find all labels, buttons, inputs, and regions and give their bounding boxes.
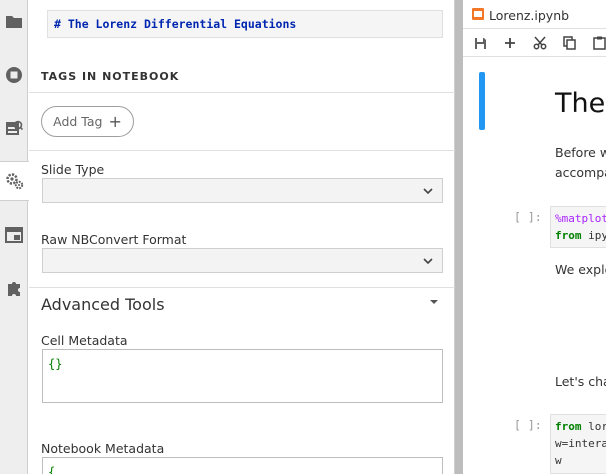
markdown-text: We explo [555,262,606,277]
raw-nbconvert-select[interactable] [42,248,443,273]
chevron-down-icon [423,258,433,265]
cut-icon[interactable] [532,35,548,51]
property-inspector-panel: # The Lorenz Differential Equations TAGS… [29,0,455,474]
divider [29,150,455,151]
markdown-text: accompa [555,165,606,180]
advanced-tools-title[interactable]: Advanced Tools [41,295,165,314]
add-cell-icon[interactable] [502,35,518,51]
notebook-icon [472,8,484,20]
running-icon[interactable] [0,55,28,95]
active-cell-indicator [479,72,485,130]
tags-section-title: TAGS IN NOTEBOOK [41,70,180,83]
jupyterlab-window: # The Lorenz Differential Equations TAGS… [0,0,606,474]
commands-icon[interactable] [0,108,28,148]
code-token: w=intera [555,437,606,450]
notebook-metadata-label: Notebook Metadata [41,441,165,456]
add-tag-label: Add Tag [53,114,103,129]
caret-down-icon[interactable] [430,300,438,304]
divider [29,92,455,93]
extensions-icon[interactable] [0,268,28,308]
raw-nbconvert-label: Raw NBConvert Format [41,232,187,247]
cell-prompt: [ ]: [514,210,542,224]
chevron-down-icon [423,188,433,195]
code-token: from [555,420,582,433]
code-token: ipy [581,229,606,242]
markdown-heading: The [555,88,606,119]
code-cell[interactable]: %matplot from ipy [550,206,606,248]
panel-splitter[interactable] [455,0,463,474]
slide-type-select[interactable] [42,178,443,203]
plus-icon: + [108,111,122,131]
code-cell[interactable]: from lor w=intera w [550,414,606,474]
paste-icon[interactable] [591,35,606,51]
save-icon[interactable] [472,35,488,51]
cell-metadata-value: {} [48,357,63,371]
property-inspector-icon[interactable] [0,161,29,201]
cell-metadata-editor[interactable]: {} [42,349,443,403]
folder-icon[interactable] [0,2,28,42]
cell-prompt: [ ]: [514,418,542,432]
copy-icon[interactable] [561,35,577,51]
left-sidebar [0,0,29,474]
markdown-text: Let's cha [555,374,606,389]
notebook-metadata-editor[interactable]: { [42,457,443,474]
active-cell-preview: # The Lorenz Differential Equations [47,10,443,38]
markdown-text: Before w [555,145,606,160]
divider [29,287,455,288]
document-tabbar: Lorenz.ipynb [463,0,606,29]
cell-metadata-label: Cell Metadata [41,333,128,348]
code-token: lor [581,420,606,433]
code-token: w [555,454,562,467]
tab-lorenz[interactable]: Lorenz.ipynb [489,8,569,23]
add-tag-button[interactable]: Add Tag + [41,106,134,137]
slide-type-label: Slide Type [41,162,105,177]
code-token: from [555,229,582,242]
notebook-area: Lorenz.ipynb The Before w accompa [ ]: [463,0,606,474]
notebook-metadata-value: { [48,465,56,474]
code-token: %matplot [555,212,606,225]
notebook-toolbar [463,29,606,57]
tabs-icon[interactable] [0,215,28,255]
